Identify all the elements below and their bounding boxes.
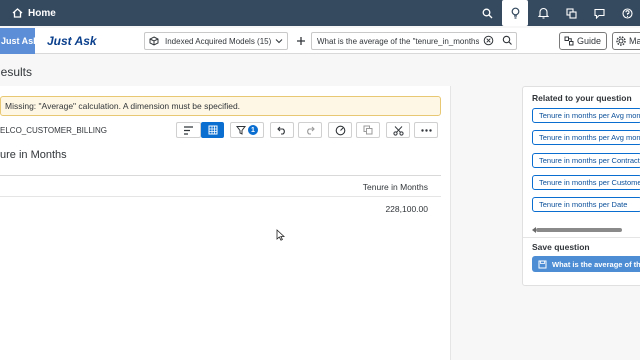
question-field[interactable] bbox=[311, 32, 517, 50]
home-label: Home bbox=[28, 7, 56, 19]
table-divider bbox=[0, 196, 441, 197]
related-panel: Related to your question Tenure in month… bbox=[522, 86, 640, 286]
add-model-button[interactable] bbox=[292, 32, 310, 50]
insights-icon bbox=[335, 125, 345, 135]
undo-button[interactable] bbox=[270, 122, 294, 138]
model-selector[interactable]: Indexed Acquired Models (15) bbox=[144, 32, 288, 50]
filter-icon bbox=[236, 126, 246, 135]
just-ask-button[interactable] bbox=[502, 0, 528, 26]
filter-count-badge: 1 bbox=[248, 125, 258, 135]
copy-icon bbox=[565, 7, 577, 19]
redo-icon bbox=[307, 126, 315, 135]
scrollbar-thumb[interactable] bbox=[536, 228, 622, 232]
suggestion-item[interactable]: Tenure in months per Contract bbox=[532, 153, 640, 168]
guide-button[interactable]: Guide bbox=[559, 32, 607, 50]
column-header[interactable]: Tenure in Months bbox=[363, 182, 428, 192]
shell-bar: Home bbox=[0, 0, 640, 26]
scissors-icon bbox=[392, 125, 404, 136]
panel-divider bbox=[523, 237, 640, 238]
save-icon bbox=[538, 260, 547, 268]
chevron-down-icon bbox=[275, 39, 283, 44]
just-ask-tab[interactable]: Just Ask bbox=[0, 28, 35, 54]
suggestion-item[interactable]: Tenure in months per Avg month bbox=[532, 130, 640, 145]
app-title: Just Ask bbox=[47, 34, 97, 48]
table-view-button[interactable] bbox=[201, 122, 224, 138]
warning-text: Missing: "Average" calculation. A dimens… bbox=[5, 101, 241, 111]
suggestion-item[interactable]: Tenure in months per Customer bbox=[532, 175, 640, 190]
tools-button[interactable] bbox=[386, 122, 410, 138]
duplicate-icon bbox=[363, 125, 373, 135]
save-question-heading: Save question bbox=[532, 242, 590, 252]
redo-button[interactable] bbox=[298, 122, 322, 138]
help-button[interactable] bbox=[614, 0, 640, 26]
chat-icon bbox=[593, 8, 605, 19]
bar-chart-icon bbox=[184, 125, 193, 135]
cube-icon bbox=[149, 36, 159, 46]
duplicate-button[interactable] bbox=[356, 122, 380, 138]
model-selector-label: Indexed Acquired Models (15) bbox=[165, 36, 272, 46]
table-icon bbox=[208, 125, 217, 135]
question-input[interactable] bbox=[317, 35, 479, 47]
notifications-button[interactable] bbox=[530, 0, 556, 26]
table-divider bbox=[0, 175, 441, 176]
filter-button[interactable]: 1 bbox=[230, 122, 264, 138]
feedback-button[interactable] bbox=[586, 0, 612, 26]
mouse-cursor-icon bbox=[276, 229, 285, 241]
results-heading: Results bbox=[0, 65, 33, 79]
dataset-name: ELCO_CUSTOMER_BILLING bbox=[0, 126, 107, 135]
search-icon bbox=[482, 8, 492, 18]
help-icon bbox=[621, 7, 633, 19]
home-button[interactable]: Home bbox=[12, 8, 56, 19]
save-question-label: What is the average of the bbox=[552, 259, 640, 269]
save-question-button[interactable]: What is the average of the bbox=[532, 256, 640, 272]
settings-button[interactable]: Ma bbox=[612, 32, 640, 50]
suggestion-item[interactable]: Tenure in months per Avg month bbox=[532, 108, 640, 123]
bell-icon bbox=[537, 7, 549, 19]
plus-icon bbox=[297, 37, 305, 45]
gear-icon bbox=[616, 36, 626, 46]
results-card: Missing: "Average" calculation. A dimens… bbox=[0, 86, 451, 360]
suggestion-item[interactable]: Tenure in months per Date bbox=[532, 197, 640, 212]
result-value-cell[interactable]: 228,100.00 bbox=[385, 204, 428, 214]
home-icon bbox=[12, 8, 23, 18]
lightbulb-icon bbox=[511, 7, 519, 19]
more-icon bbox=[420, 128, 432, 132]
guide-label: Guide bbox=[577, 36, 602, 46]
search-icon[interactable] bbox=[502, 35, 513, 46]
clear-icon[interactable] bbox=[483, 35, 494, 46]
warning-message: Missing: "Average" calculation. A dimens… bbox=[0, 96, 441, 116]
horizontal-scrollbar[interactable] bbox=[532, 227, 640, 233]
result-title: ure in Months bbox=[0, 149, 67, 161]
undo-icon bbox=[277, 126, 285, 135]
settings-label: Ma bbox=[629, 36, 640, 46]
search-button[interactable] bbox=[474, 0, 500, 26]
insights-button[interactable] bbox=[328, 122, 352, 138]
guide-icon bbox=[564, 36, 574, 46]
app-header: Just Ask Just Ask Indexed Acquired Model… bbox=[0, 28, 640, 54]
more-actions-button[interactable] bbox=[414, 122, 438, 138]
chart-view-button[interactable] bbox=[176, 122, 201, 138]
copy-button[interactable] bbox=[558, 0, 584, 26]
related-heading: Related to your question bbox=[532, 93, 632, 103]
